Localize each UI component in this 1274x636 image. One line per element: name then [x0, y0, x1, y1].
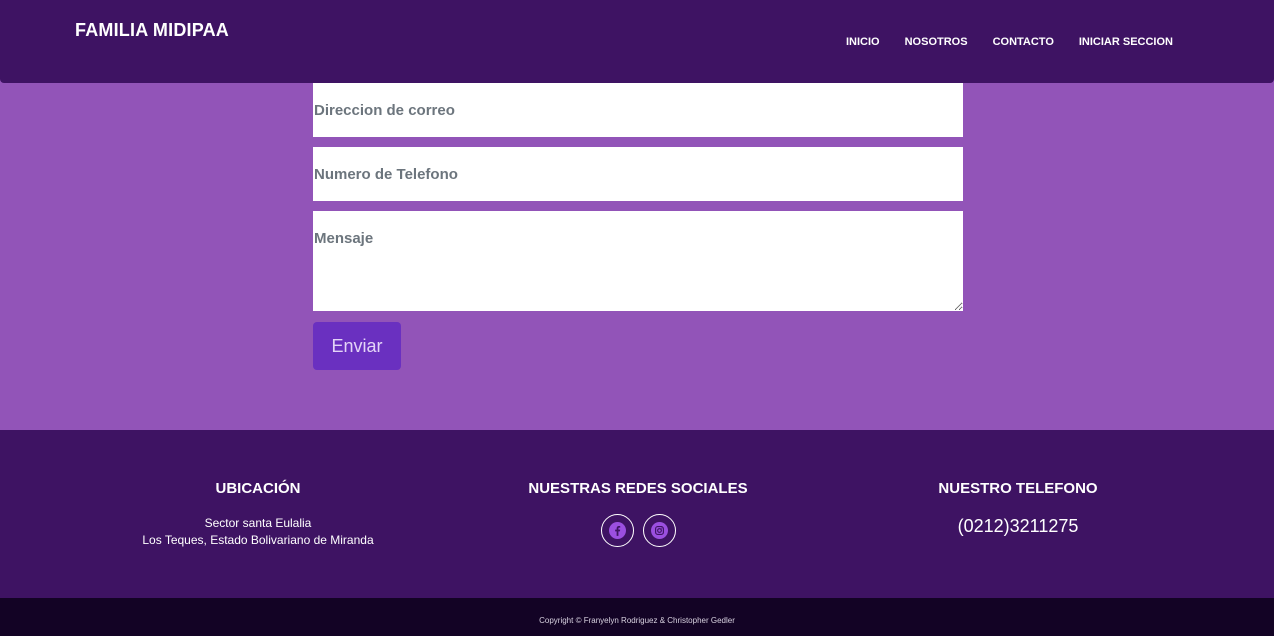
contact-form: Enviar: [313, 83, 963, 370]
copyright-text: Copyright © Franyelyn Rodriguez & Christ…: [539, 616, 735, 625]
location-address: Sector santa Eulalia Los Teques, Estado …: [108, 515, 408, 549]
email-field[interactable]: [313, 83, 963, 137]
social-heading: NUESTRAS REDES SOCIALES: [528, 480, 748, 497]
instagram-button[interactable]: [642, 514, 676, 547]
nav-links: INICIO NOSOTROS CONTACTO INICIAR SECCION: [846, 36, 1173, 48]
message-field[interactable]: [313, 211, 963, 311]
footer-location-section: UBICACIÓN Sector santa Eulalia Los Teque…: [108, 480, 408, 549]
location-heading: UBICACIÓN: [215, 480, 301, 497]
phone-heading: NUESTRO TELEFONO: [938, 480, 1098, 497]
instagram-icon: [650, 522, 668, 539]
nav-link-nosotros[interactable]: NOSOTROS: [905, 36, 968, 48]
nav-link-iniciar-seccion[interactable]: INICIAR SECCION: [1079, 36, 1173, 48]
footer-social-section: NUESTRAS REDES SOCIALES: [488, 480, 788, 547]
navbar: FAMILIA MIDIPAA INICIO NOSOTROS CONTACTO…: [0, 0, 1274, 83]
facebook-icon: [608, 522, 626, 539]
footer: UBICACIÓN Sector santa Eulalia Los Teque…: [0, 430, 1274, 598]
nav-link-contacto[interactable]: CONTACTO: [993, 36, 1054, 48]
address-line-2: Los Teques, Estado Bolivariano de Mirand…: [142, 533, 374, 547]
footer-phone-section: NUESTRO TELEFONO (0212)3211275: [868, 480, 1168, 537]
address-line-1: Sector santa Eulalia: [204, 516, 312, 530]
social-icons: [488, 514, 788, 547]
phone-field[interactable]: [313, 147, 963, 201]
phone-number: (0212)3211275: [957, 516, 1079, 536]
nav-link-inicio[interactable]: INICIO: [846, 36, 880, 48]
brand-logo-text[interactable]: FAMILIA MIDIPAA: [75, 20, 229, 41]
copyright-bar: Copyright © Franyelyn Rodriguez & Christ…: [0, 598, 1274, 636]
send-button[interactable]: Enviar: [313, 322, 401, 370]
facebook-button[interactable]: [600, 514, 634, 547]
